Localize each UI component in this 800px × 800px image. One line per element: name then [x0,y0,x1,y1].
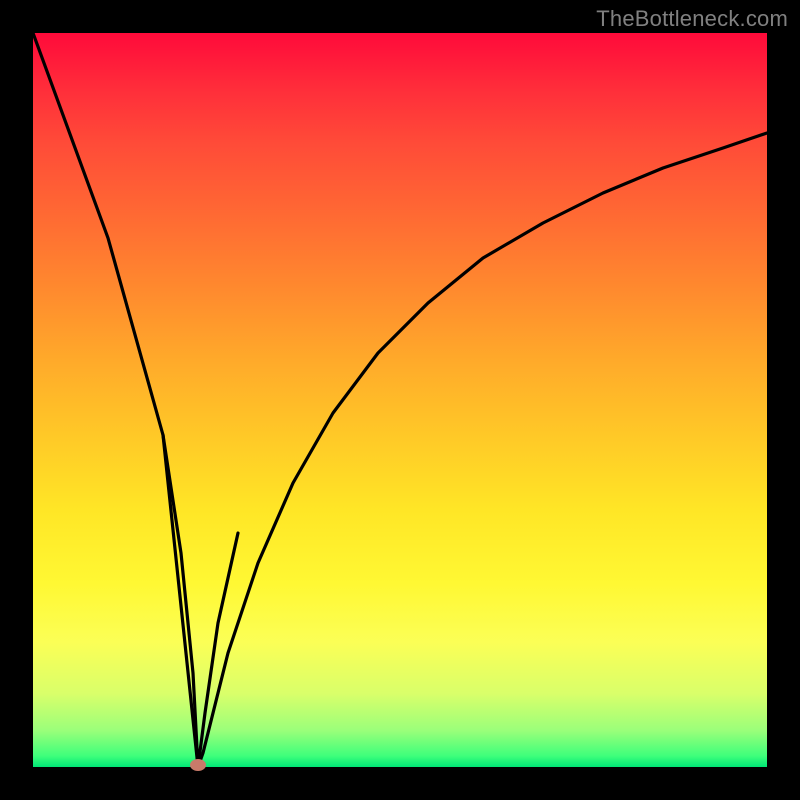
curve-tip [163,435,238,767]
chart-frame: TheBottleneck.com [0,0,800,800]
optimal-point-marker [190,759,206,771]
bottleneck-curve [33,33,767,767]
plot-area [33,33,767,767]
watermark-text: TheBottleneck.com [596,6,788,32]
curve-path [33,33,767,767]
